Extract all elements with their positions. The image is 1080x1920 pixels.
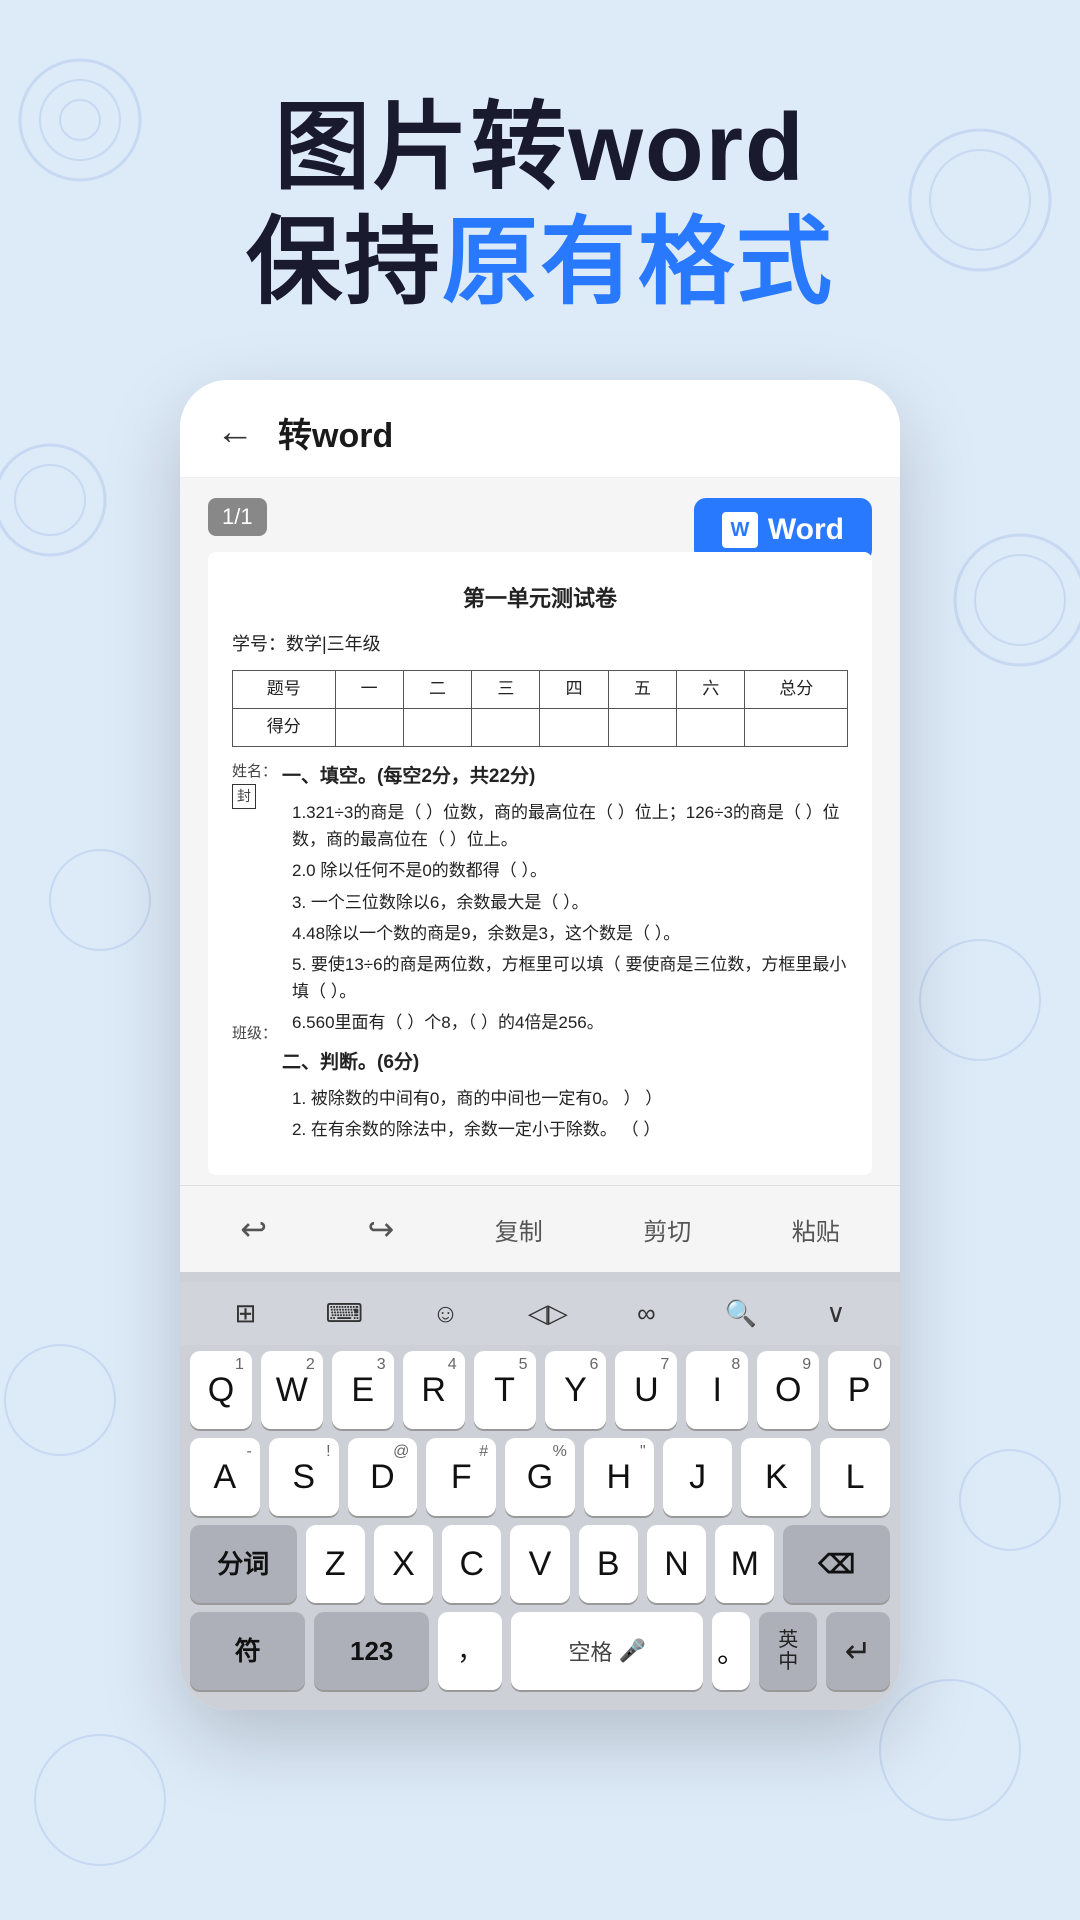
undo-button[interactable]: ↩ <box>224 1204 283 1254</box>
lang-top: 英 <box>778 1629 798 1651</box>
kb-tool-collapse[interactable]: ∨ <box>816 1294 855 1333</box>
key-fenci[interactable]: 分词 <box>190 1525 297 1603</box>
q5: 5. 要使13÷6的商是两位数，方框里可以填（ 要使商是三位数，方框里最小填（ … <box>282 951 848 1005</box>
key-P[interactable]: 0P <box>828 1351 890 1429</box>
key-T[interactable]: 5T <box>474 1351 536 1429</box>
key-W[interactable]: 2W <box>261 1351 323 1429</box>
key-space[interactable]: 空格 🎤 <box>511 1612 703 1690</box>
kb-tool-keyboard[interactable]: ⌨ <box>316 1294 374 1333</box>
key-N[interactable]: N <box>647 1525 706 1603</box>
edit-toolbar: ↩ ↪ 复制 剪切 粘贴 <box>180 1185 900 1272</box>
q2: 2.0 除以任何不是0的数都得（ ）。 <box>282 857 848 884</box>
key-F[interactable]: #F <box>426 1438 496 1516</box>
section1: 一、填空。(每空2分，共22分) <box>282 761 848 793</box>
key-Q[interactable]: 1Q <box>190 1351 252 1429</box>
key-J[interactable]: J <box>663 1438 733 1516</box>
kb-tool-search[interactable]: 🔍 <box>715 1294 767 1333</box>
key-D[interactable]: @D <box>348 1438 418 1516</box>
kb-tool-emoji[interactable]: ☺ <box>422 1294 469 1333</box>
q7: 1. 被除数的中间有0，商的中间也一定有0。 ） ） <box>282 1085 848 1112</box>
key-A[interactable]: -A <box>190 1438 260 1516</box>
hero-section: 图片转word 保持原有格式 <box>0 0 1080 320</box>
name-label: 姓名： <box>232 761 277 782</box>
q4: 4.48除以一个数的商是9，余数是3，这个数是（ ）。 <box>282 920 848 947</box>
cut-button[interactable]: 剪切 <box>627 1206 707 1253</box>
keyboard-row-1: 1Q 2W 3E 4R 5T 6Y 7U 8I 9O 0P <box>180 1351 900 1429</box>
hero-line1: 图片转word <box>0 90 1080 205</box>
doc-title: 第一单元测试卷 <box>232 580 848 617</box>
key-U[interactable]: 7U <box>615 1351 677 1429</box>
page-badge: 1/1 <box>208 498 267 536</box>
subject-label: 学号： <box>232 634 286 654</box>
key-enter[interactable]: ↵ <box>826 1612 890 1690</box>
key-lang[interactable]: 英 中 <box>759 1612 817 1690</box>
table-score-row: 得分 <box>233 708 848 746</box>
hero-line2-prefix: 保持 <box>246 209 442 316</box>
key-G[interactable]: %G <box>505 1438 575 1516</box>
keyboard: ⊞ ⌨ ☺ ◁▷ ∞ 🔍 ∨ 1Q 2W 3E 4R 5T 6Y 7U 8I 9… <box>180 1272 900 1710</box>
key-B[interactable]: B <box>579 1525 638 1603</box>
paste-button[interactable]: 粘贴 <box>776 1206 856 1253</box>
key-Y[interactable]: 6Y <box>545 1351 607 1429</box>
score-table: 题号 一 二 三 四 五 六 总分 得分 <box>232 670 848 747</box>
key-H[interactable]: "H <box>584 1438 654 1516</box>
key-R[interactable]: 4R <box>403 1351 465 1429</box>
q8: 2. 在有余数的除法中，余数一定小于除数。 （ ） <box>282 1116 848 1143</box>
table-header-row: 题号 一 二 三 四 五 六 总分 <box>233 670 848 708</box>
key-O[interactable]: 9O <box>757 1351 819 1429</box>
section2: 二、判断。(6分) <box>282 1047 848 1079</box>
key-V[interactable]: V <box>510 1525 569 1603</box>
kb-tool-grid[interactable]: ⊞ <box>225 1294 267 1333</box>
key-period[interactable]: 。 <box>712 1612 750 1690</box>
subject-value: 数学|三年级 <box>286 634 381 654</box>
redo-button[interactable]: ↪ <box>352 1204 411 1254</box>
copy-button[interactable]: 复制 <box>479 1206 559 1253</box>
key-comma[interactable]: ， <box>438 1612 502 1690</box>
key-sym[interactable]: 符 <box>190 1612 305 1690</box>
phone-mockup: ← 转word 1/1 W Word 第一单元测试卷 学号：数学|三年级 题号 … <box>180 380 900 1710</box>
key-E[interactable]: 3E <box>332 1351 394 1429</box>
back-button[interactable]: ← <box>216 411 254 454</box>
key-L[interactable]: L <box>820 1438 890 1516</box>
hero-line2-blue: 原有格式 <box>442 209 834 316</box>
document-content: 第一单元测试卷 学号：数学|三年级 题号 一 二 三 四 五 六 总分 <box>208 552 872 1175</box>
key-X[interactable]: X <box>374 1525 433 1603</box>
key-Z[interactable]: Z <box>306 1525 365 1603</box>
q3: 3. 一个三位数除以6，余数最大是（ ）。 <box>282 889 848 916</box>
keyboard-bottom-row: 符 123 ， 空格 🎤 。 英 中 ↵ <box>180 1612 900 1690</box>
word-button-label: Word <box>768 513 844 547</box>
doc-info-row: 学号：数学|三年级 <box>232 629 848 660</box>
mic-icon: 🎤 <box>618 1638 645 1664</box>
key-123[interactable]: 123 <box>314 1612 429 1690</box>
key-M[interactable]: M <box>715 1525 774 1603</box>
space-label: 空格 <box>568 1635 612 1667</box>
q6: 6.560里面有（ ）个8，（ ）的4倍是256。 <box>282 1009 848 1036</box>
seal-label: 封 <box>232 784 256 810</box>
key-backspace[interactable]: ⌫ <box>783 1525 890 1603</box>
app-header: ← 转word <box>180 380 900 478</box>
keyboard-row-3: 分词 Z X C V B N M ⌫ <box>180 1525 900 1603</box>
key-S[interactable]: !S <box>269 1438 339 1516</box>
keyboard-toolbar: ⊞ ⌨ ☺ ◁▷ ∞ 🔍 ∨ <box>180 1282 900 1345</box>
lang-bottom: 中 <box>778 1651 798 1673</box>
key-I[interactable]: 8I <box>686 1351 748 1429</box>
hero-line2: 保持原有格式 <box>0 205 1080 320</box>
doc-subject: 学号：数学|三年级 <box>232 629 381 660</box>
document-area: 1/1 W Word 第一单元测试卷 学号：数学|三年级 题号 一 二 三 四 <box>180 478 900 1185</box>
key-K[interactable]: K <box>741 1438 811 1516</box>
kb-tool-link[interactable]: ∞ <box>627 1294 666 1333</box>
q1: 1.321÷3的商是（ ）位数，商的最高位在（ ）位上；126÷3的商是（ ）位… <box>282 799 848 853</box>
kb-tool-cursor[interactable]: ◁▷ <box>518 1294 578 1333</box>
class-label: 班级： <box>232 1021 277 1047</box>
key-C[interactable]: C <box>442 1525 501 1603</box>
keyboard-row-2: -A !S @D #F %G "H J K L <box>180 1438 900 1516</box>
app-title: 转word <box>278 408 393 457</box>
word-icon: W <box>722 512 758 548</box>
